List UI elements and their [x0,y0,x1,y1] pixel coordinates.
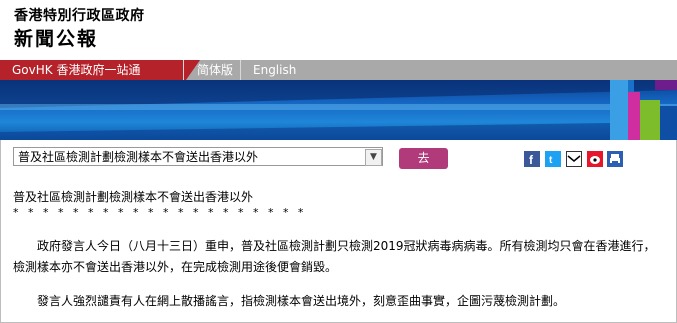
svg-text:f: f [529,153,534,167]
weibo-icon[interactable] [587,151,603,167]
banner-graphic [0,80,677,140]
govhk-link[interactable]: GovHK 香港政府一站通 [12,62,140,78]
print-icon[interactable] [607,151,623,167]
site-header: 香港特別行政區政府 新聞公報 [0,0,677,60]
title-separator: * * * * * * * * * * * * * * * * * * * * [13,206,307,219]
decorative-banner [0,80,677,140]
twitter-icon[interactable]: t [545,151,561,167]
svg-text:t: t [549,155,553,166]
article-select[interactable]: 普及社區檢測計劃檢測樣本不會送出香港以外 [13,147,383,166]
facebook-icon[interactable]: f [524,151,540,167]
press-release-title: 新聞公報 [14,28,99,50]
article-paragraph: 政府發言人今日（八月十三日）重申，普及社區檢測計劃只檢測2019冠狀病毒病病毒。… [13,239,656,274]
nav-divider [183,60,184,80]
simplified-chinese-link[interactable]: 简体版 [197,62,233,78]
email-icon[interactable] [566,151,582,167]
go-button[interactable]: 去 [399,148,448,169]
government-name: 香港特別行政區政府 [14,8,145,24]
nav-divider [240,60,241,80]
english-link[interactable]: English [253,62,296,78]
chevron-down-icon[interactable]: ▼ [365,149,382,166]
article-title: 普及社區檢測計劃檢測樣本不會送出香港以外 [13,190,254,204]
article-paragraph: 發言人強烈譴責有人在網上散播謠言，指檢測樣本會送出境外，刻意歪曲事實，企圖污蔑檢… [37,294,566,308]
